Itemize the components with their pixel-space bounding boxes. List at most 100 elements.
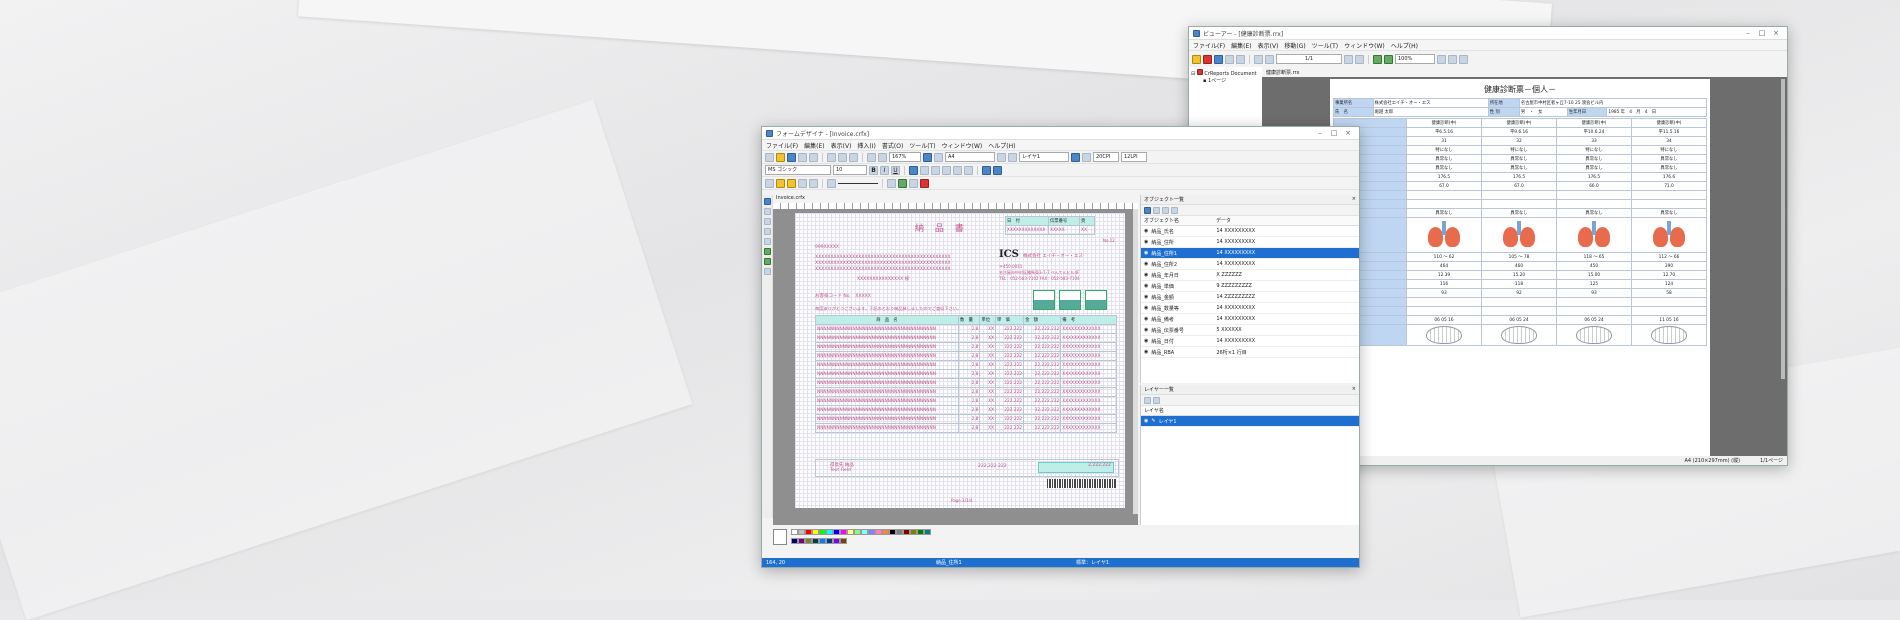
table-cell[interactable]: 222.222 <box>995 324 1025 334</box>
color-swatch[interactable] <box>910 529 917 535</box>
ellipse-tool-icon[interactable] <box>763 238 771 245</box>
table-cell[interactable]: XXXXXXXXXXXXX <box>1060 378 1117 388</box>
snap-icon[interactable] <box>934 152 943 162</box>
color-swatch[interactable] <box>840 529 847 535</box>
layer-row[interactable]: ◉ ✎ レイヤ1 <box>1141 416 1359 427</box>
object-row[interactable]: ◉ 納品_年月日 X ZZZZZZ <box>1141 270 1359 281</box>
table-cell[interactable]: 2,8 <box>957 369 981 379</box>
table-cell[interactable]: 22,222.222 <box>1023 351 1062 361</box>
object-row[interactable]: ◉ 納品_数量等 14 XXXXXXXXX <box>1141 303 1359 314</box>
color-swatch[interactable] <box>805 538 812 544</box>
table-cell[interactable]: XX <box>979 414 997 424</box>
table-cell[interactable]: 222.222 <box>995 423 1025 433</box>
border-icon[interactable] <box>964 165 973 175</box>
delete-icon[interactable] <box>1203 54 1212 64</box>
table-cell[interactable]: XX <box>979 369 997 379</box>
table-cell[interactable]: XXXXXXXXXXXXX <box>1060 342 1117 352</box>
lock-icon[interactable] <box>1082 152 1091 162</box>
table-cell[interactable]: XX <box>979 387 997 397</box>
remove-layer-icon[interactable] <box>1153 396 1160 404</box>
next-page-icon[interactable] <box>1344 54 1353 64</box>
table-cell[interactable]: XX <box>979 396 997 406</box>
table-cell[interactable]: XX <box>979 405 997 415</box>
table-cell[interactable]: XXXXXXXXXXXXX <box>1060 324 1117 334</box>
group-icon[interactable] <box>898 178 907 188</box>
table-cell[interactable]: 2,8 <box>957 324 981 334</box>
line-tool-icon[interactable] <box>763 218 771 225</box>
redo-icon[interactable] <box>878 152 887 162</box>
table-cell[interactable]: XX <box>979 324 997 334</box>
object-row[interactable]: ◉ 納品_単価 9 ZZZZZZZZZ <box>1141 281 1359 292</box>
color-swatch[interactable] <box>882 529 889 535</box>
minimize-icon[interactable]: – <box>1741 29 1755 37</box>
menu-file[interactable]: ファイル(F) <box>766 141 798 150</box>
order-icon[interactable] <box>909 178 918 188</box>
table-cell[interactable]: 22,222.222 <box>1023 342 1062 352</box>
table-cell[interactable]: XXXXXXXXXXXXX <box>1060 414 1117 424</box>
table-row[interactable]: NNNNNNNNNNNNNNNNNNNNNNNNNNNNNNNNNNNNN 2,8… <box>815 360 1117 370</box>
lpi-select[interactable]: 12LPI <box>1121 152 1147 162</box>
open-folder-icon[interactable] <box>1192 54 1201 64</box>
tree-root[interactable]: ⊟ CrReports Document <box>1191 69 1263 77</box>
object-row[interactable]: ◉ 納品_RBA 26桁×1 行目 <box>1141 347 1359 358</box>
table-cell[interactable]: 2,8 <box>957 423 981 433</box>
color-swatch[interactable] <box>861 529 868 535</box>
table-icon[interactable] <box>809 178 818 188</box>
color-swatch[interactable] <box>868 529 875 535</box>
color-swatch[interactable] <box>840 538 847 544</box>
print-preview-icon[interactable] <box>809 152 818 162</box>
table-cell[interactable]: XX <box>979 333 997 343</box>
table-cell[interactable]: 222.222 <box>995 351 1025 361</box>
menu-view[interactable]: 表示(V) <box>1258 41 1279 50</box>
design-tab[interactable]: Invoice.crfx <box>773 195 1138 203</box>
undo-icon[interactable] <box>867 152 876 162</box>
zoom-select[interactable]: 100% <box>1395 54 1435 64</box>
table-cell[interactable]: XXXXXXXXXXXXX <box>1060 423 1117 433</box>
up-icon[interactable] <box>1162 206 1169 214</box>
footer-text-field[interactable]: Text Field <box>830 468 851 473</box>
preview-tab[interactable]: 健康診断票.rrx <box>1262 67 1787 77</box>
current-color[interactable] <box>773 529 787 545</box>
marker-icon[interactable] <box>787 178 796 188</box>
eye-icon[interactable]: ◉ <box>1144 261 1148 267</box>
field-tool-icon[interactable] <box>763 268 771 275</box>
fill-color-icon[interactable] <box>953 165 962 175</box>
zoom-select[interactable]: 167% <box>889 152 921 162</box>
save-icon[interactable] <box>1214 54 1223 64</box>
close-icon[interactable]: × <box>1352 386 1356 393</box>
eye-icon[interactable]: ◉ <box>1144 283 1148 289</box>
table-cell[interactable]: 222.222 <box>995 360 1025 370</box>
table-cell[interactable]: XXXXXXXXXXXXX <box>1060 405 1117 415</box>
filter-icon[interactable] <box>1153 206 1160 214</box>
preview-scrollbar[interactable] <box>1781 79 1785 379</box>
align-center-icon[interactable] <box>920 165 929 175</box>
eye-icon[interactable]: ◉ <box>1144 239 1148 245</box>
close-icon[interactable]: × <box>1352 196 1356 203</box>
menu-window[interactable]: ウィンドウ(W) <box>1344 41 1385 50</box>
pointer-tool-icon[interactable] <box>763 198 771 205</box>
align-left-icon[interactable] <box>909 165 918 175</box>
copy-icon[interactable] <box>838 152 847 162</box>
menu-edit[interactable]: 編集(E) <box>1231 41 1251 50</box>
table-cell[interactable]: 2,8 <box>957 396 981 406</box>
table-cell[interactable]: XXXXXXXXXXXXX <box>1060 333 1117 343</box>
color-swatch[interactable] <box>833 529 840 535</box>
table-row[interactable]: NNNNNNNNNNNNNNNNNNNNNNNNNNNNNNNNNNNNN 2,8… <box>815 423 1117 433</box>
paper-select[interactable]: A4 <box>945 152 995 162</box>
color-swatch[interactable] <box>889 529 896 535</box>
table-cell[interactable]: NNNNNNNNNNNNNNNNNNNNNNNNNNNNNNNNNNNNN <box>815 387 959 397</box>
table-cell[interactable]: XXXXXXXXXXXXX <box>1060 369 1117 379</box>
select-icon[interactable] <box>765 178 774 188</box>
barcode-tool-icon[interactable] <box>763 258 771 265</box>
eye-icon[interactable]: ◉ <box>1144 272 1148 278</box>
down-icon[interactable] <box>1171 206 1178 214</box>
prev-page-icon[interactable] <box>1265 54 1274 64</box>
address-line-3[interactable]: XXXXXXXXXXXXXXXXXXXXXXXXXXXXXXXXXXXXXXXX… <box>815 267 951 272</box>
color-swatch[interactable] <box>875 529 882 535</box>
table-cell[interactable]: XX <box>979 342 997 352</box>
layer-select[interactable]: レイヤ1 <box>1019 152 1069 162</box>
table-cell[interactable]: 2,8 <box>957 351 981 361</box>
color-swatch[interactable] <box>826 529 833 535</box>
object-row[interactable]: ◉ 納品_伝票番号 5 XXXXXX <box>1141 325 1359 336</box>
address-line-2[interactable]: XXXXXXXXXXXXXXXXXXXXXXXXXXXXXXXXXXXXXXXX… <box>815 261 951 266</box>
